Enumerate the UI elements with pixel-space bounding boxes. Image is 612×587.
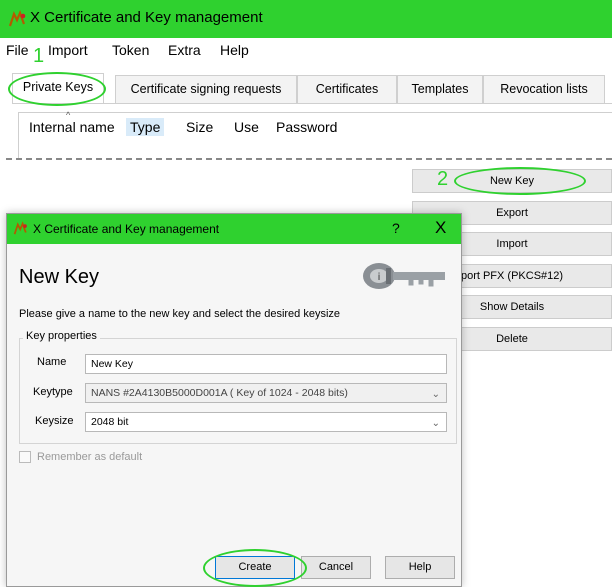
keysize-value: 2048 bit [91, 416, 129, 428]
keytype-select[interactable]: NANS #2A4130B5000D001A ( Key of 1024 - 2… [85, 383, 447, 403]
remember-as-default-checkbox[interactable] [19, 451, 31, 463]
close-icon[interactable]: X [435, 218, 446, 238]
tab-panel-border [12, 103, 612, 104]
help-icon[interactable]: ? [392, 220, 400, 236]
app-icon [13, 221, 27, 235]
tab-templates[interactable]: Templates [397, 75, 483, 103]
window-title: X Certificate and Key management [30, 9, 263, 26]
dialog-heading: New Key [19, 266, 100, 288]
keytype-label: Keytype [33, 386, 73, 398]
dialog-description: Please give a name to the new key and se… [19, 308, 341, 320]
tab-certificates[interactable]: Certificates [297, 75, 397, 103]
menu-token[interactable]: Token [112, 42, 149, 58]
menu-bar [0, 38, 612, 64]
tab-revocation-lists[interactable]: Revocation lists [483, 75, 605, 103]
key-icon: i [363, 263, 445, 289]
keytype-value: NANS #2A4130B5000D001A ( Key of 1024 - 2… [91, 387, 348, 399]
crop-divider [6, 158, 612, 160]
column-header-type[interactable]: Type [126, 118, 165, 136]
dialog-title: X Certificate and Key management [33, 222, 220, 236]
menu-extra[interactable]: Extra [168, 42, 201, 58]
annotation-ellipse-create [203, 549, 307, 587]
chevron-down-icon: ⌄ [431, 389, 440, 400]
cancel-button[interactable]: Cancel [301, 556, 371, 579]
app-icon [8, 10, 26, 27]
menu-import[interactable]: Import [48, 42, 88, 58]
keysize-select[interactable]: 2048 bit ⌄ [85, 412, 447, 432]
column-header-use[interactable]: Use [230, 118, 263, 136]
name-field[interactable]: New Key [85, 354, 447, 374]
annotation-step-2: 2 [437, 168, 449, 190]
menu-help[interactable]: Help [220, 42, 249, 58]
chevron-down-icon: ⌄ [431, 418, 440, 429]
svg-text:i: i [378, 272, 381, 283]
column-header-password[interactable]: Password [272, 118, 341, 136]
help-button[interactable]: Help [385, 556, 455, 579]
column-header-internal-name[interactable]: Internal name [25, 118, 119, 136]
key-properties-group-title: Key properties [23, 330, 100, 342]
caret-up-icon: ^ [66, 110, 71, 120]
remember-as-default-label: Remember as default [37, 451, 143, 463]
annotation-step-1: 1 [33, 45, 45, 67]
column-header-size[interactable]: Size [182, 118, 217, 136]
keysize-label: Keysize [35, 415, 74, 427]
name-label: Name [37, 356, 67, 368]
annotation-ellipse-private-keys [8, 72, 106, 106]
tab-certificate-signing-requests[interactable]: Certificate signing requests [115, 75, 297, 103]
annotation-ellipse-new-key [454, 167, 586, 195]
menu-file[interactable]: File [6, 42, 29, 58]
new-key-dialog: X Certificate and Key management ? X New… [6, 213, 462, 587]
